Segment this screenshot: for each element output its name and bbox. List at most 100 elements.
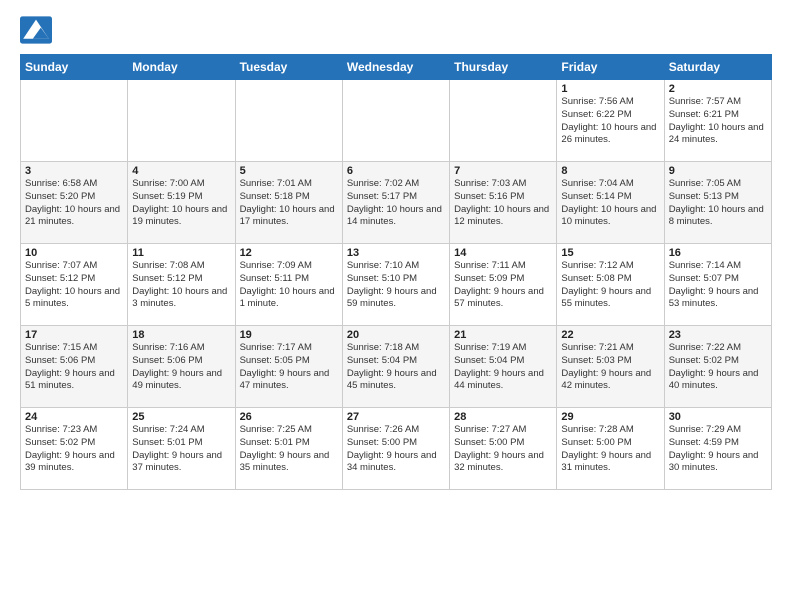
calendar-cell: 4Sunrise: 7:00 AM Sunset: 5:19 PM Daylig… — [128, 162, 235, 244]
day-number: 1 — [561, 83, 659, 95]
calendar-cell: 10Sunrise: 7:07 AM Sunset: 5:12 PM Dayli… — [21, 244, 128, 326]
weekday-header: Monday — [128, 55, 235, 80]
calendar-cell: 8Sunrise: 7:04 AM Sunset: 5:14 PM Daylig… — [557, 162, 664, 244]
calendar-cell: 28Sunrise: 7:27 AM Sunset: 5:00 PM Dayli… — [450, 408, 557, 490]
calendar-cell: 5Sunrise: 7:01 AM Sunset: 5:18 PM Daylig… — [235, 162, 342, 244]
day-info: Sunrise: 7:23 AM Sunset: 5:02 PM Dayligh… — [25, 424, 123, 475]
calendar-cell — [450, 80, 557, 162]
day-info: Sunrise: 7:25 AM Sunset: 5:01 PM Dayligh… — [240, 424, 338, 475]
calendar-cell — [128, 80, 235, 162]
calendar-cell: 1Sunrise: 7:56 AM Sunset: 6:22 PM Daylig… — [557, 80, 664, 162]
day-info: Sunrise: 7:01 AM Sunset: 5:18 PM Dayligh… — [240, 178, 338, 229]
calendar-week-row: 10Sunrise: 7:07 AM Sunset: 5:12 PM Dayli… — [21, 244, 772, 326]
day-info: Sunrise: 7:16 AM Sunset: 5:06 PM Dayligh… — [132, 342, 230, 393]
calendar-cell: 14Sunrise: 7:11 AM Sunset: 5:09 PM Dayli… — [450, 244, 557, 326]
day-number: 20 — [347, 329, 445, 341]
header — [20, 16, 772, 44]
day-info: Sunrise: 7:27 AM Sunset: 5:00 PM Dayligh… — [454, 424, 552, 475]
day-number: 28 — [454, 411, 552, 423]
calendar-cell: 11Sunrise: 7:08 AM Sunset: 5:12 PM Dayli… — [128, 244, 235, 326]
day-number: 5 — [240, 165, 338, 177]
calendar-cell: 9Sunrise: 7:05 AM Sunset: 5:13 PM Daylig… — [664, 162, 771, 244]
day-number: 29 — [561, 411, 659, 423]
calendar-cell: 16Sunrise: 7:14 AM Sunset: 5:07 PM Dayli… — [664, 244, 771, 326]
day-info: Sunrise: 7:09 AM Sunset: 5:11 PM Dayligh… — [240, 260, 338, 311]
day-number: 18 — [132, 329, 230, 341]
day-number: 13 — [347, 247, 445, 259]
calendar-week-row: 24Sunrise: 7:23 AM Sunset: 5:02 PM Dayli… — [21, 408, 772, 490]
day-number: 15 — [561, 247, 659, 259]
calendar-cell: 3Sunrise: 6:58 AM Sunset: 5:20 PM Daylig… — [21, 162, 128, 244]
day-number: 17 — [25, 329, 123, 341]
weekday-header: Thursday — [450, 55, 557, 80]
day-number: 6 — [347, 165, 445, 177]
day-info: Sunrise: 7:18 AM Sunset: 5:04 PM Dayligh… — [347, 342, 445, 393]
calendar-cell: 30Sunrise: 7:29 AM Sunset: 4:59 PM Dayli… — [664, 408, 771, 490]
calendar-cell: 25Sunrise: 7:24 AM Sunset: 5:01 PM Dayli… — [128, 408, 235, 490]
day-info: Sunrise: 7:14 AM Sunset: 5:07 PM Dayligh… — [669, 260, 767, 311]
day-info: Sunrise: 7:22 AM Sunset: 5:02 PM Dayligh… — [669, 342, 767, 393]
calendar-cell: 15Sunrise: 7:12 AM Sunset: 5:08 PM Dayli… — [557, 244, 664, 326]
calendar-week-row: 3Sunrise: 6:58 AM Sunset: 5:20 PM Daylig… — [21, 162, 772, 244]
calendar-week-row: 17Sunrise: 7:15 AM Sunset: 5:06 PM Dayli… — [21, 326, 772, 408]
day-number: 24 — [25, 411, 123, 423]
day-number: 8 — [561, 165, 659, 177]
calendar-cell: 12Sunrise: 7:09 AM Sunset: 5:11 PM Dayli… — [235, 244, 342, 326]
logo — [20, 16, 56, 44]
day-info: Sunrise: 7:28 AM Sunset: 5:00 PM Dayligh… — [561, 424, 659, 475]
calendar-table: SundayMondayTuesdayWednesdayThursdayFrid… — [20, 54, 772, 490]
day-number: 12 — [240, 247, 338, 259]
logo-icon — [20, 16, 52, 44]
calendar-cell: 23Sunrise: 7:22 AM Sunset: 5:02 PM Dayli… — [664, 326, 771, 408]
day-info: Sunrise: 7:00 AM Sunset: 5:19 PM Dayligh… — [132, 178, 230, 229]
day-number: 26 — [240, 411, 338, 423]
calendar-cell: 17Sunrise: 7:15 AM Sunset: 5:06 PM Dayli… — [21, 326, 128, 408]
day-number: 14 — [454, 247, 552, 259]
day-number: 19 — [240, 329, 338, 341]
day-number: 16 — [669, 247, 767, 259]
day-number: 30 — [669, 411, 767, 423]
page: SundayMondayTuesdayWednesdayThursdayFrid… — [0, 0, 792, 612]
calendar-week-row: 1Sunrise: 7:56 AM Sunset: 6:22 PM Daylig… — [21, 80, 772, 162]
day-number: 22 — [561, 329, 659, 341]
calendar-cell: 6Sunrise: 7:02 AM Sunset: 5:17 PM Daylig… — [342, 162, 449, 244]
calendar-cell — [21, 80, 128, 162]
weekday-header: Friday — [557, 55, 664, 80]
calendar-cell — [342, 80, 449, 162]
day-number: 27 — [347, 411, 445, 423]
day-info: Sunrise: 7:05 AM Sunset: 5:13 PM Dayligh… — [669, 178, 767, 229]
day-info: Sunrise: 7:15 AM Sunset: 5:06 PM Dayligh… — [25, 342, 123, 393]
day-info: Sunrise: 7:03 AM Sunset: 5:16 PM Dayligh… — [454, 178, 552, 229]
day-number: 23 — [669, 329, 767, 341]
day-info: Sunrise: 7:04 AM Sunset: 5:14 PM Dayligh… — [561, 178, 659, 229]
day-info: Sunrise: 7:11 AM Sunset: 5:09 PM Dayligh… — [454, 260, 552, 311]
calendar-cell: 22Sunrise: 7:21 AM Sunset: 5:03 PM Dayli… — [557, 326, 664, 408]
calendar-cell: 2Sunrise: 7:57 AM Sunset: 6:21 PM Daylig… — [664, 80, 771, 162]
calendar-cell: 21Sunrise: 7:19 AM Sunset: 5:04 PM Dayli… — [450, 326, 557, 408]
day-info: Sunrise: 7:24 AM Sunset: 5:01 PM Dayligh… — [132, 424, 230, 475]
day-number: 11 — [132, 247, 230, 259]
calendar-cell: 7Sunrise: 7:03 AM Sunset: 5:16 PM Daylig… — [450, 162, 557, 244]
day-info: Sunrise: 7:21 AM Sunset: 5:03 PM Dayligh… — [561, 342, 659, 393]
weekday-header: Saturday — [664, 55, 771, 80]
calendar-cell: 29Sunrise: 7:28 AM Sunset: 5:00 PM Dayli… — [557, 408, 664, 490]
day-info: Sunrise: 6:58 AM Sunset: 5:20 PM Dayligh… — [25, 178, 123, 229]
day-info: Sunrise: 7:56 AM Sunset: 6:22 PM Dayligh… — [561, 96, 659, 147]
calendar-cell: 18Sunrise: 7:16 AM Sunset: 5:06 PM Dayli… — [128, 326, 235, 408]
calendar-cell: 27Sunrise: 7:26 AM Sunset: 5:00 PM Dayli… — [342, 408, 449, 490]
day-info: Sunrise: 7:29 AM Sunset: 4:59 PM Dayligh… — [669, 424, 767, 475]
weekday-header: Tuesday — [235, 55, 342, 80]
day-info: Sunrise: 7:17 AM Sunset: 5:05 PM Dayligh… — [240, 342, 338, 393]
day-number: 7 — [454, 165, 552, 177]
calendar-cell: 26Sunrise: 7:25 AM Sunset: 5:01 PM Dayli… — [235, 408, 342, 490]
day-number: 21 — [454, 329, 552, 341]
weekday-header: Wednesday — [342, 55, 449, 80]
day-info: Sunrise: 7:12 AM Sunset: 5:08 PM Dayligh… — [561, 260, 659, 311]
calendar-cell: 20Sunrise: 7:18 AM Sunset: 5:04 PM Dayli… — [342, 326, 449, 408]
day-info: Sunrise: 7:08 AM Sunset: 5:12 PM Dayligh… — [132, 260, 230, 311]
day-number: 4 — [132, 165, 230, 177]
day-number: 9 — [669, 165, 767, 177]
day-info: Sunrise: 7:26 AM Sunset: 5:00 PM Dayligh… — [347, 424, 445, 475]
day-number: 2 — [669, 83, 767, 95]
weekday-header: Sunday — [21, 55, 128, 80]
